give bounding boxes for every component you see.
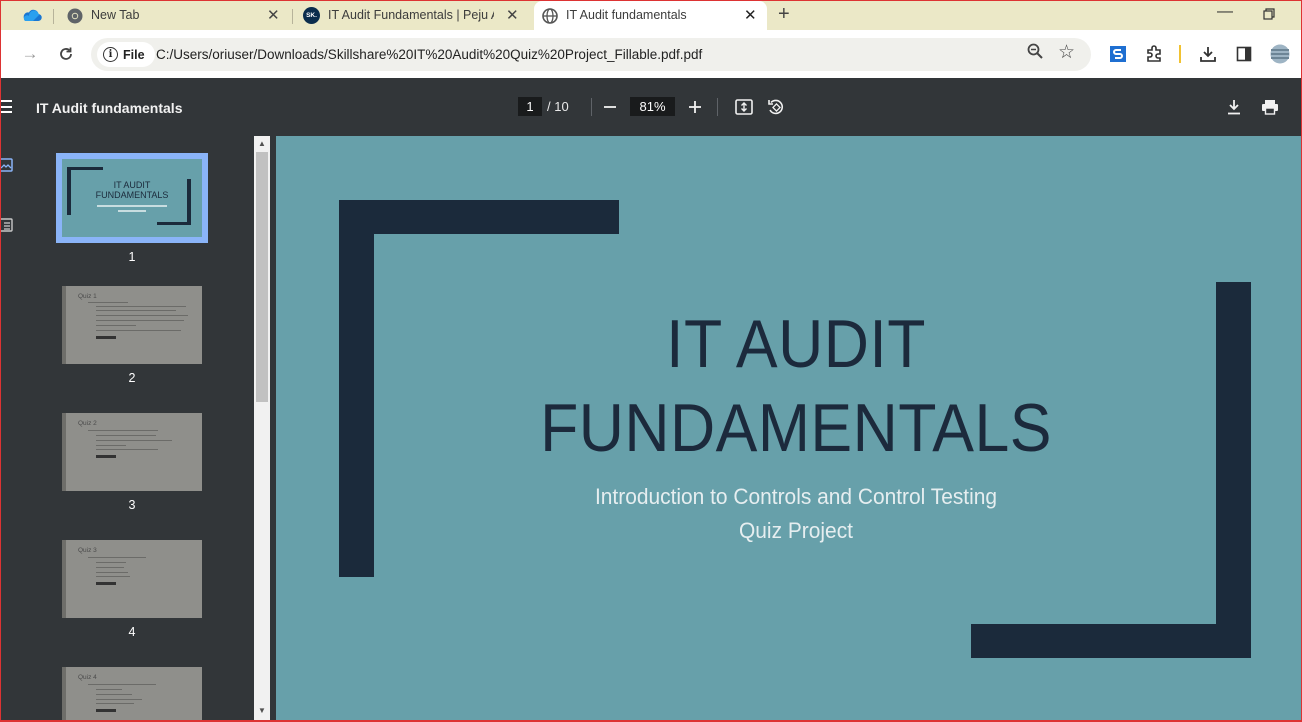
restore-icon[interactable] bbox=[1263, 7, 1275, 23]
zoom-icon[interactable] bbox=[1027, 43, 1043, 64]
close-icon[interactable]: ✕ bbox=[506, 6, 519, 24]
print-icon[interactable] bbox=[1259, 96, 1281, 118]
scroll-down-icon[interactable]: ▼ bbox=[258, 706, 266, 715]
zoom-level-input[interactable]: 81% bbox=[630, 97, 675, 116]
toolbar-separator bbox=[717, 98, 718, 116]
slide-subtitle-line: Quiz Project bbox=[739, 518, 853, 543]
thumbnail-title: Quiz 4 bbox=[78, 674, 97, 681]
browser-toolbar: → i File C:/Users/oriuser/Downloads/Skil… bbox=[0, 30, 1302, 78]
info-icon: i bbox=[103, 47, 118, 62]
thumbnails-view-icon[interactable] bbox=[1, 158, 14, 172]
skillshare-icon: SK. bbox=[303, 7, 320, 24]
downloads-icon[interactable] bbox=[1196, 42, 1220, 66]
toolbar-separator bbox=[591, 98, 592, 116]
slide-frame-bar bbox=[971, 624, 1251, 658]
tab-it-audit-fundamentals[interactable]: IT Audit fundamentals ✕ bbox=[534, 1, 767, 31]
slide-subtitle-line: Introduction to Controls and Control Tes… bbox=[594, 484, 998, 509]
address-bar[interactable]: i File C:/Users/oriuser/Downloads/Skills… bbox=[91, 38, 1091, 71]
pdf-page-view[interactable]: IT AUDIT FUNDAMENTALS Introduction to Co… bbox=[276, 136, 1302, 722]
slide-frame-bar bbox=[339, 200, 619, 234]
thumbnail-page-number: 3 bbox=[128, 498, 136, 512]
thumbnail-title: Quiz 2 bbox=[78, 420, 97, 427]
forward-icon[interactable]: → bbox=[18, 42, 42, 66]
pdf-toolbar: IT Audit fundamentals 1 / 10 81% bbox=[0, 78, 1302, 136]
thumbnail-page-2[interactable]: Quiz 1 2 bbox=[56, 286, 208, 385]
site-info-chip[interactable]: i File bbox=[97, 42, 155, 67]
url-text[interactable]: C:/Users/oriuser/Downloads/Skillshare%20… bbox=[156, 47, 702, 62]
thumbnail-page-1[interactable]: IT AUDIT FUNDAMENTALS 1 bbox=[56, 153, 208, 264]
thumbnail-page-number: 2 bbox=[128, 371, 136, 385]
profile-avatar-icon[interactable] bbox=[1268, 42, 1292, 66]
thumbnail-image: Quiz 2 bbox=[62, 413, 202, 491]
chrome-icon bbox=[67, 8, 83, 24]
thumbnail-page-5[interactable]: Quiz 4 bbox=[56, 667, 208, 722]
toolbar-separator bbox=[1179, 45, 1181, 63]
tab-new-tab[interactable]: New Tab ✕ bbox=[59, 1, 291, 31]
document-title: IT Audit fundamentals bbox=[36, 100, 183, 116]
thumbnail-image: IT AUDIT FUNDAMENTALS bbox=[56, 153, 208, 243]
tab-title: IT Audit fundamentals bbox=[566, 8, 687, 22]
thumbnail-page-4[interactable]: Quiz 3 4 bbox=[56, 540, 208, 639]
tab-skillshare[interactable]: SK. IT Audit Fundamentals | Peju At ✕ bbox=[296, 1, 528, 31]
zoom-in-icon[interactable] bbox=[684, 96, 706, 118]
page-number-input[interactable]: 1 bbox=[518, 97, 542, 116]
thumbnail-image: Quiz 4 bbox=[62, 667, 202, 722]
thumbnail-page-number: 1 bbox=[128, 250, 136, 264]
globe-icon bbox=[542, 8, 558, 24]
bookmark-star-icon[interactable]: ☆ bbox=[1058, 41, 1075, 64]
file-label: File bbox=[123, 47, 145, 62]
scrollbar-thumb[interactable] bbox=[256, 152, 268, 402]
rotate-icon[interactable] bbox=[765, 96, 787, 118]
thumbnail-sidebar: IT AUDITFUNDAMENTALS 1 Quiz 1 2 Quiz 2 bbox=[0, 136, 254, 722]
tab-title: New Tab bbox=[91, 8, 140, 22]
minimize-icon[interactable]: — bbox=[1217, 3, 1233, 21]
menu-icon[interactable] bbox=[1, 100, 12, 113]
sidebar-scrollbar[interactable]: ▲ ▼ bbox=[254, 136, 270, 722]
slide-frame-bar bbox=[1216, 282, 1251, 658]
thumbnail-title: Quiz 1 bbox=[78, 293, 97, 300]
close-icon[interactable]: ✕ bbox=[744, 6, 757, 24]
close-icon[interactable]: ✕ bbox=[267, 6, 280, 24]
zoom-out-icon[interactable] bbox=[599, 96, 621, 118]
tab-strip: New Tab ✕ SK. IT Audit Fundamentals | Pe… bbox=[0, 0, 1302, 31]
tab-separator bbox=[292, 9, 293, 24]
thumbnail-title: Quiz 3 bbox=[78, 547, 97, 554]
slide-title-line: IT AUDIT bbox=[666, 306, 926, 382]
tab-separator bbox=[53, 9, 54, 24]
side-panel-icon[interactable] bbox=[1232, 42, 1256, 66]
slide-frame-bar bbox=[339, 200, 374, 577]
onedrive-icon[interactable] bbox=[22, 8, 42, 22]
thumbnail-image: Quiz 3 bbox=[62, 540, 202, 618]
thumbnail-title: IT AUDIT FUNDAMENTALS bbox=[95, 180, 169, 200]
outline-view-icon[interactable] bbox=[1, 218, 14, 232]
extensions-puzzle-icon[interactable] bbox=[1142, 42, 1166, 66]
scroll-up-icon[interactable]: ▲ bbox=[258, 139, 266, 148]
reload-icon[interactable] bbox=[54, 42, 78, 66]
download-icon[interactable] bbox=[1223, 96, 1245, 118]
thumbnail-image: Quiz 1 bbox=[62, 286, 202, 364]
slide-title-line: FUNDAMENTALS bbox=[540, 390, 1052, 466]
tab-title: IT Audit Fundamentals | Peju At bbox=[328, 8, 494, 22]
thumbnail-page-number: 4 bbox=[128, 625, 136, 639]
thumbnail-page-3[interactable]: Quiz 2 3 bbox=[56, 413, 208, 512]
page-total: / 10 bbox=[547, 99, 569, 114]
slide-title: IT AUDIT FUNDAMENTALS bbox=[502, 302, 1091, 470]
slide-subtitle: Introduction to Controls and Control Tes… bbox=[517, 480, 1075, 548]
extension-s-icon[interactable] bbox=[1106, 42, 1130, 66]
new-tab-icon[interactable]: + bbox=[778, 3, 790, 26]
fit-to-page-icon[interactable] bbox=[733, 96, 755, 118]
